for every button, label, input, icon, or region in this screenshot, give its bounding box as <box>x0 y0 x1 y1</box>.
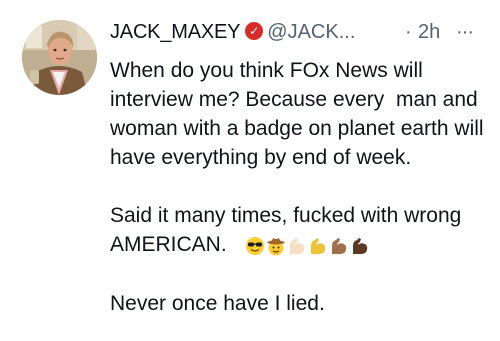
tweet-card[interactable]: JACK_MAXEY ✓ @JACK... · 2h ··· When do you… <box>0 0 500 341</box>
flexed-biceps-light-icon <box>287 236 307 256</box>
sunglasses-face-icon <box>245 236 265 256</box>
flexed-biceps-dark-icon <box>350 236 370 256</box>
user-handle[interactable]: @JACK... <box>267 21 355 43</box>
display-name[interactable]: JACK_MAXEY <box>110 21 240 43</box>
avatar[interactable] <box>22 20 97 95</box>
tweet-paragraph: Said it many times, fucked with wrong AM… <box>110 201 490 260</box>
tweet-body: When do you think FOx News will intervie… <box>110 56 490 318</box>
more-options-icon[interactable]: ··· <box>456 17 474 47</box>
cowboy-hat-face-icon <box>266 236 286 256</box>
timestamp[interactable]: 2h <box>418 17 440 47</box>
separator-dot: · <box>405 21 412 43</box>
tweet-paragraph: Never once have I lied. <box>110 291 325 315</box>
flexed-biceps-medium-light-icon <box>308 236 328 256</box>
emoji-row <box>245 231 371 260</box>
flexed-biceps-medium-dark-icon <box>329 236 349 256</box>
tweet-paragraph: When do you think FOx News will intervie… <box>110 59 490 169</box>
verified-badge-icon: ✓ <box>245 21 264 40</box>
